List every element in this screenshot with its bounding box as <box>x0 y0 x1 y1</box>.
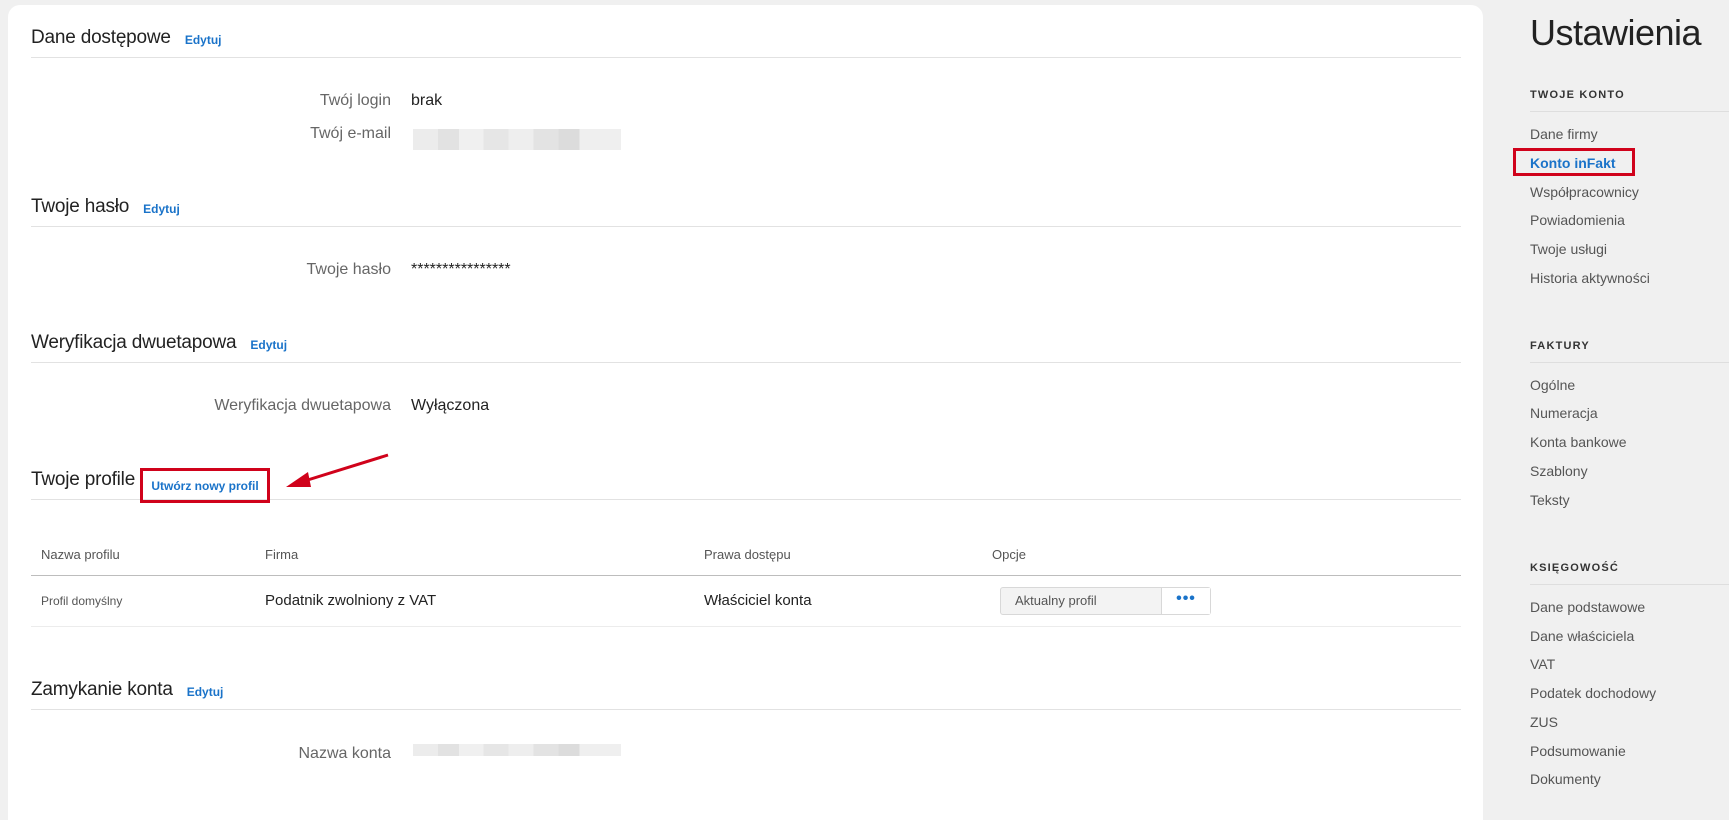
edit-password-link[interactable]: Edytuj <box>143 202 180 216</box>
login-label: Twój login <box>319 92 391 109</box>
annotation-arrow-icon <box>286 453 389 487</box>
section-access-title: Dane dostępowe <box>31 27 171 48</box>
sidebar-item-bank-accounts[interactable]: Konta bankowe <box>1530 434 1627 450</box>
section-close-header: Zamykanie konta Edytuj <box>31 662 1461 710</box>
login-value: brak <box>411 92 443 109</box>
sidebar-group-account: TWOJE KONTO <box>1530 89 1729 112</box>
profiles-table-header: Nazwa profilu Firma Prawa dostępu Opcje <box>31 542 1461 576</box>
password-value: **************** <box>411 261 511 278</box>
account-name-label: Nazwa konta <box>298 745 392 762</box>
sidebar-item-zus[interactable]: ZUS <box>1530 714 1558 730</box>
sidebar-item-company-data[interactable]: Dane firmy <box>1530 126 1598 142</box>
email-value-redacted <box>413 129 621 150</box>
email-label: Twój e-mail <box>310 125 391 142</box>
sidebar-item-summary[interactable]: Podsumowanie <box>1530 743 1626 759</box>
th-profile-name: Nazwa profilu <box>41 547 120 562</box>
sidebar-item-activity-history[interactable]: Historia aktywności <box>1530 270 1650 286</box>
sidebar-item-templates[interactable]: Szablony <box>1530 463 1588 479</box>
profile-name: Profil domyślny <box>41 594 123 608</box>
section-close-title: Zamykanie konta <box>31 679 173 700</box>
sidebar-item-collaborators[interactable]: Współpracownicy <box>1530 184 1639 200</box>
sidebar-item-documents[interactable]: Dokumenty <box>1530 771 1601 787</box>
settings-panel: Dane dostępowe Edytuj Twój login brak Tw… <box>8 5 1483 820</box>
sidebar-item-owner-data[interactable]: Dane właściciela <box>1530 628 1634 644</box>
sidebar-item-basic-data[interactable]: Dane podstawowe <box>1530 599 1645 615</box>
create-profile-button[interactable]: Utwórz nowy profil <box>140 468 270 503</box>
edit-close-link[interactable]: Edytuj <box>187 685 224 699</box>
edit-access-link[interactable]: Edytuj <box>185 33 222 47</box>
sidebar-item-infakt-account[interactable]: Konto inFakt <box>1530 155 1616 171</box>
section-profiles-title: Twoje profile <box>31 469 136 490</box>
table-row: Profil domyślny Podatnik zwolniony z VAT… <box>31 576 1461 627</box>
th-company: Firma <box>265 547 299 562</box>
more-options-icon[interactable]: ••• <box>1161 588 1210 614</box>
th-access-rights: Prawa dostępu <box>704 547 791 562</box>
sidebar-item-general[interactable]: Ogólne <box>1530 377 1575 393</box>
password-label: Twoje hasło <box>306 261 392 278</box>
sidebar-item-vat[interactable]: VAT <box>1530 656 1555 672</box>
section-password-title: Twoje hasło <box>31 196 130 217</box>
section-twofa-header: Weryfikacja dwuetapowa Edytuj <box>31 315 1461 363</box>
current-profile-button[interactable]: Aktualny profil ••• <box>1000 587 1211 615</box>
sidebar-group-accounting: KSIĘGOWOŚĆ <box>1530 562 1729 585</box>
profile-company: Podatnik zwolniony z VAT <box>265 592 437 609</box>
section-access-header: Dane dostępowe Edytuj <box>31 10 1461 58</box>
twofa-value: Wyłączona <box>411 397 490 414</box>
sidebar-group-invoices: FAKTURY <box>1530 340 1729 363</box>
sidebar-item-income-tax[interactable]: Podatek dochodowy <box>1530 685 1656 701</box>
sidebar-item-services[interactable]: Twoje usługi <box>1530 241 1607 257</box>
profile-rights: Właściciel konta <box>704 592 812 609</box>
sidebar-item-numbering[interactable]: Numeracja <box>1530 405 1598 421</box>
sidebar-title: Ustawienia <box>1530 12 1702 53</box>
section-password-header: Twoje hasło Edytuj <box>31 179 1461 227</box>
th-options: Opcje <box>992 547 1026 562</box>
twofa-label: Weryfikacja dwuetapowa <box>214 397 391 414</box>
create-profile-label: Utwórz nowy profil <box>151 478 259 493</box>
account-name-redacted <box>413 744 621 756</box>
edit-twofa-link[interactable]: Edytuj <box>250 338 287 352</box>
sidebar-item-notifications[interactable]: Powiadomienia <box>1530 212 1625 228</box>
sidebar-item-texts[interactable]: Teksty <box>1530 492 1570 508</box>
current-profile-label: Aktualny profil <box>1015 593 1097 608</box>
section-twofa-title: Weryfikacja dwuetapowa <box>31 332 237 353</box>
